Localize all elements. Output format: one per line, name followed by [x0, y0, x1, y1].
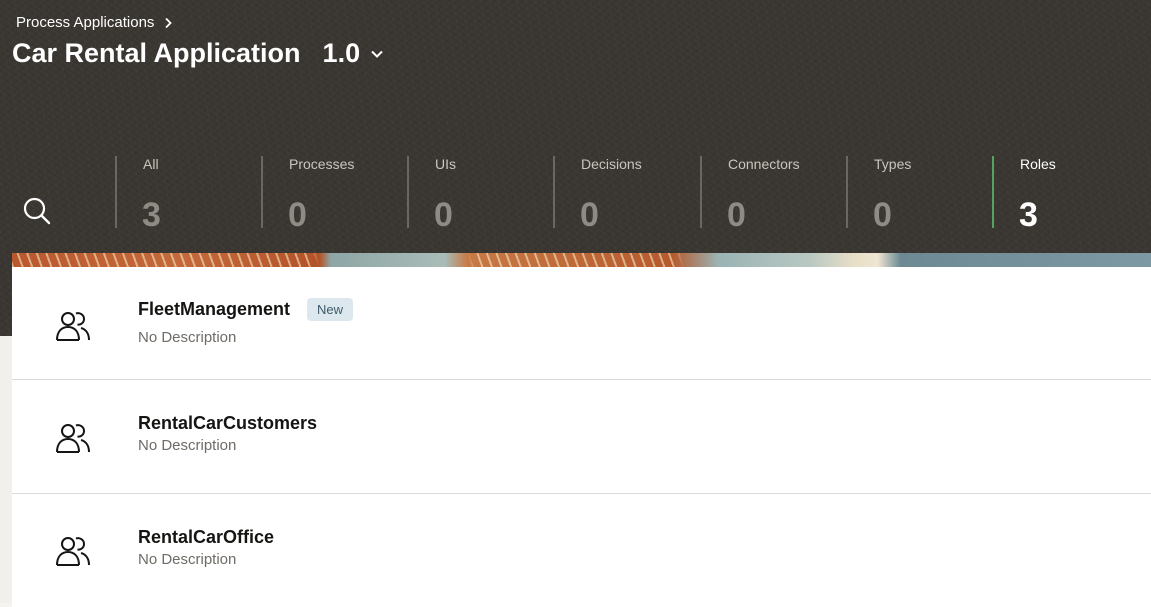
page-background — [0, 336, 12, 603]
stat-count: 3 — [142, 196, 161, 234]
stat-count: 0 — [434, 196, 453, 234]
role-name: RentalCarOffice — [138, 527, 275, 547]
stat-count: 0 — [727, 196, 746, 234]
breadcrumb-label: Process Applications — [16, 14, 155, 31]
stat-separator — [846, 156, 848, 228]
role-name: RentalCarCustomers — [138, 413, 318, 433]
row-divider — [12, 379, 1151, 380]
stat-separator — [700, 156, 702, 228]
stat-connectors[interactable]: Connectors 0 — [700, 156, 840, 234]
search-icon — [23, 197, 51, 225]
stat-label: Types — [874, 156, 912, 172]
breadcrumb-process-applications[interactable]: Process Applications — [16, 14, 174, 31]
stat-label: Connectors — [728, 156, 800, 172]
stat-separator — [407, 156, 409, 228]
stat-separator-active — [992, 156, 994, 228]
stat-decisions[interactable]: Decisions 0 — [553, 156, 693, 234]
stat-label: Decisions — [581, 156, 642, 172]
version-label: 1.0 — [322, 38, 361, 68]
stat-processes[interactable]: Processes 0 — [261, 156, 401, 234]
stat-types[interactable]: Types 0 — [846, 156, 986, 234]
chevron-down-icon — [371, 50, 383, 58]
role-name: FleetManagement — [138, 299, 291, 319]
stat-all[interactable]: All 3 — [115, 156, 255, 234]
role-row-rentalcarcustomers[interactable]: RentalCarCustomers No Description — [12, 381, 1151, 494]
title-row: Car Rental Application 1.0 — [12, 38, 384, 69]
version-selector[interactable]: 1.0 — [323, 38, 385, 69]
stat-label: Processes — [289, 156, 355, 172]
roles-list-panel: FleetManagement New No Description Renta… — [12, 253, 1151, 607]
role-row-fleetmanagement[interactable]: FleetManagement New No Description — [12, 267, 1151, 380]
stat-label: All — [143, 156, 159, 172]
role-description: No Description — [138, 437, 237, 454]
decorative-banner — [12, 253, 1151, 267]
role-description: No Description — [138, 329, 237, 346]
search-button[interactable] — [22, 196, 52, 226]
stat-uis[interactable]: UIs 0 — [407, 156, 547, 234]
stat-count: 0 — [288, 196, 307, 234]
role-row-rentalcaroffice[interactable]: RentalCarOffice No Description — [12, 494, 1151, 607]
stat-roles[interactable]: Roles 3 — [992, 156, 1132, 234]
stat-count: 0 — [580, 196, 599, 234]
people-icon — [56, 312, 90, 341]
people-icon — [56, 424, 90, 453]
stat-label: Roles — [1020, 156, 1056, 172]
page-title: Car Rental Application — [12, 38, 301, 68]
stat-label: UIs — [435, 156, 456, 172]
stat-separator — [115, 156, 117, 228]
new-badge: New — [307, 298, 354, 321]
stat-separator — [553, 156, 555, 228]
stat-count: 3 — [1019, 196, 1038, 234]
people-icon — [56, 537, 90, 566]
role-description: No Description — [138, 551, 237, 568]
stat-separator — [261, 156, 263, 228]
stat-count: 0 — [873, 196, 892, 234]
chevron-right-icon — [165, 17, 173, 28]
